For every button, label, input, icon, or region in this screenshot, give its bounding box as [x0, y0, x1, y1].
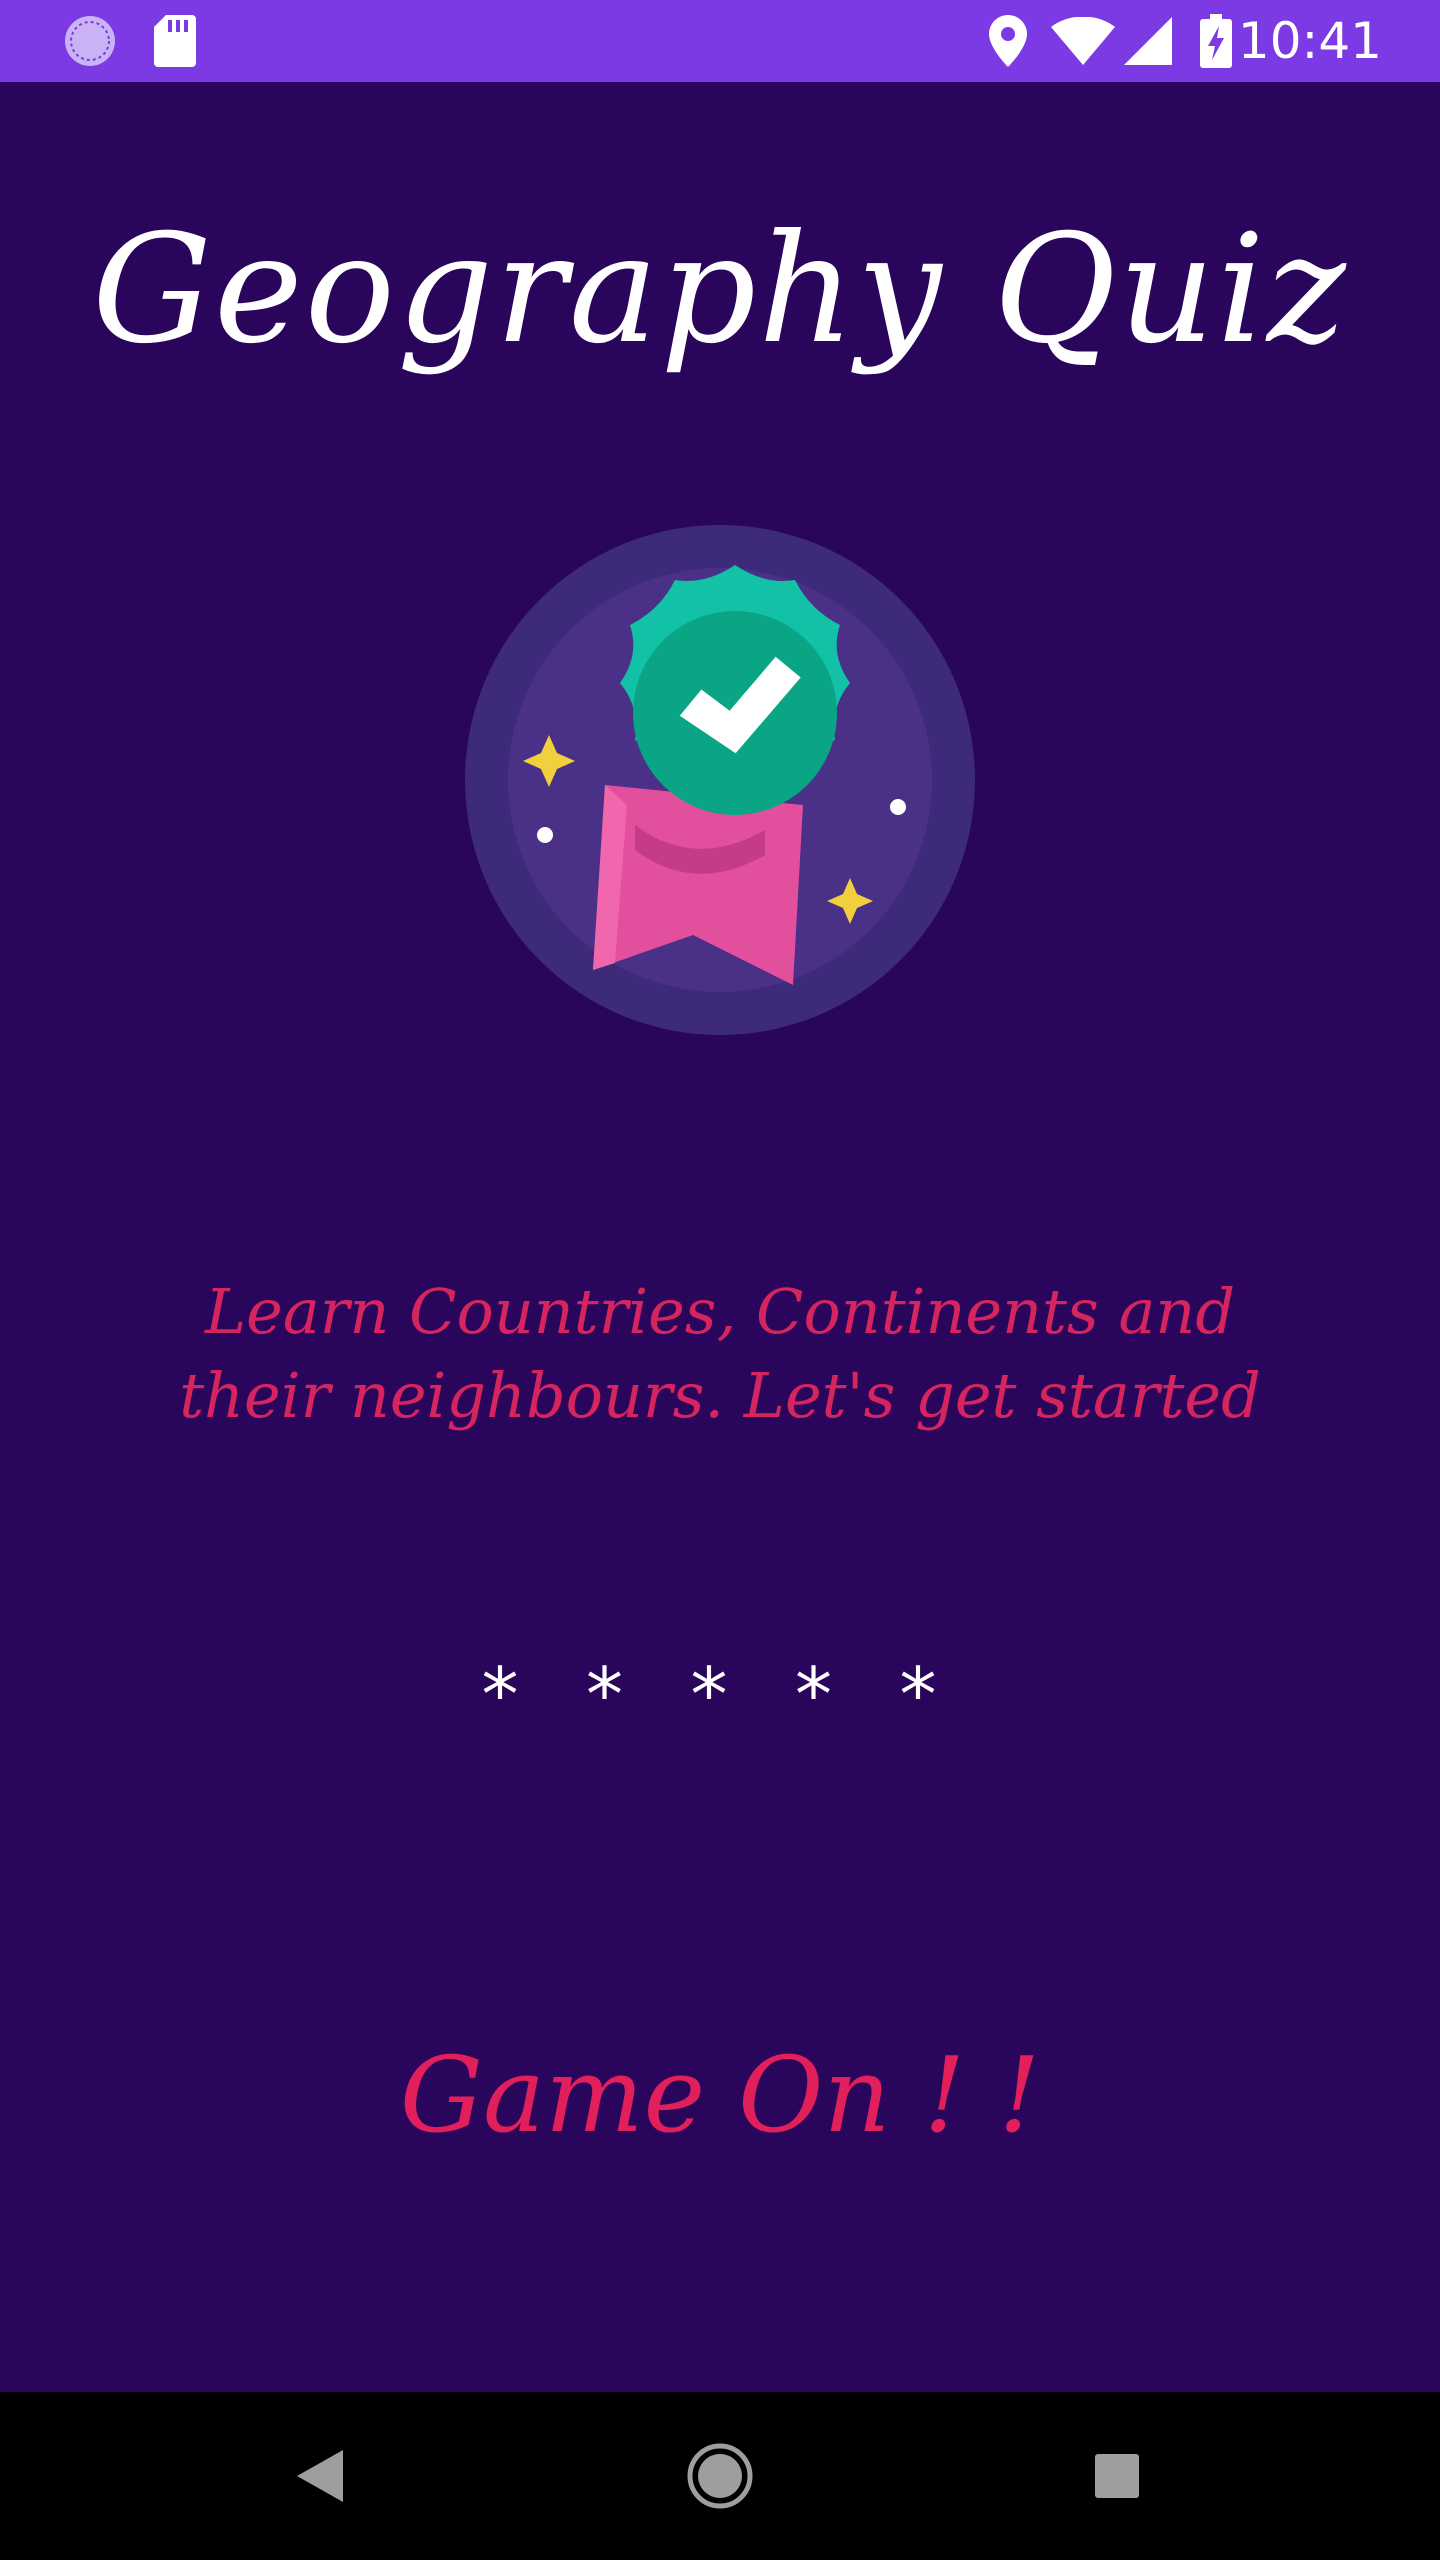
- app-title: Geography Quiz: [92, 203, 1348, 377]
- sync-icon: [60, 0, 120, 82]
- rating-stars: * * * * *: [481, 1652, 959, 1738]
- signal-icon: [1120, 0, 1176, 82]
- award-badge-icon: [465, 525, 975, 1035]
- status-bar: 10:41: [0, 0, 1440, 82]
- home-icon[interactable]: [670, 2426, 770, 2526]
- location-icon: [985, 0, 1031, 82]
- navigation-bar: [0, 2392, 1440, 2560]
- sd-card-icon: [150, 0, 200, 82]
- game-on-button[interactable]: Game On ! !: [0, 2030, 1440, 2160]
- status-clock: 10:41: [1237, 12, 1382, 70]
- back-icon[interactable]: [270, 2426, 370, 2526]
- wifi-icon: [1050, 0, 1116, 82]
- recents-icon[interactable]: [1067, 2426, 1167, 2526]
- battery-charging-icon: [1198, 0, 1234, 82]
- tagline: Learn Countries, Continents and their ne…: [179, 1275, 1261, 1432]
